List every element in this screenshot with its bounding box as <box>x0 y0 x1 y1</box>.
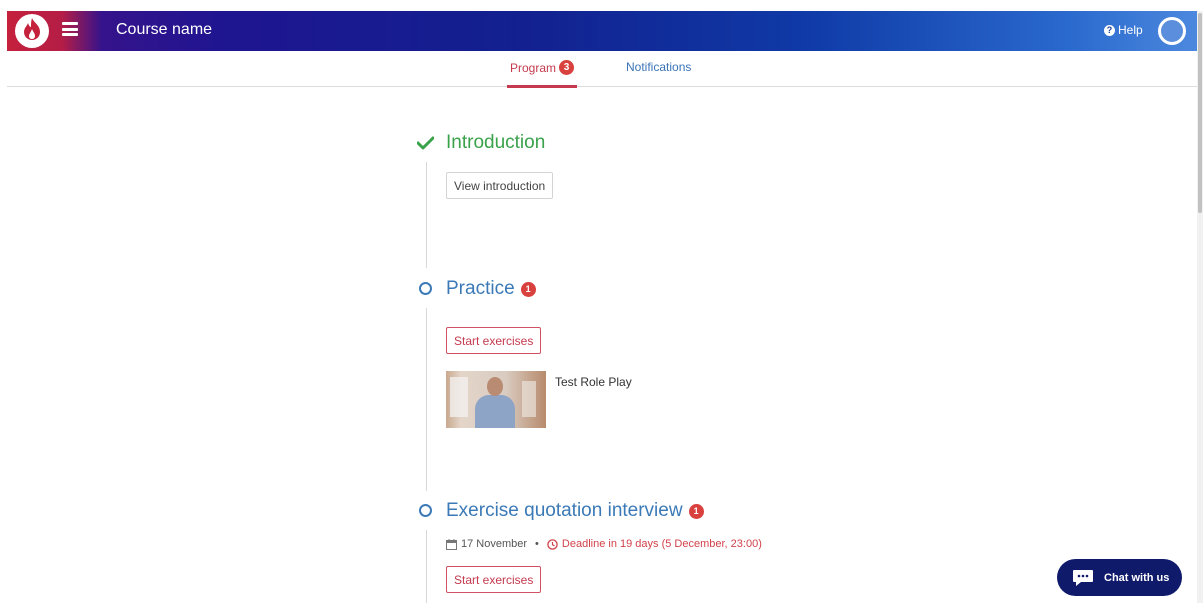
exercise-count-badge: 1 <box>688 503 704 519</box>
user-avatar[interactable] <box>1158 17 1186 45</box>
program-count-badge: 3 <box>559 60 575 75</box>
course-title: Course name <box>116 21 213 38</box>
help-label: Help <box>1118 23 1143 37</box>
open-circle-icon <box>419 282 432 295</box>
hamburger-menu-icon[interactable] <box>62 22 78 38</box>
section-title-text: Exercise quotation interview <box>446 500 683 521</box>
tab-bar: Program 3 Notifications <box>7 51 1197 88</box>
deadline-info: Deadline in 19 days (5 December, 23:00) <box>547 538 762 550</box>
section-title-text: Practice <box>446 278 515 299</box>
chat-bubble-icon <box>1072 569 1094 587</box>
scrollbar-thumb[interactable] <box>1198 13 1202 213</box>
timeline-connector <box>426 308 427 491</box>
app-logo[interactable] <box>15 14 49 48</box>
calendar-icon <box>446 538 457 550</box>
practice-count-badge: 1 <box>520 281 536 297</box>
exercise-meta: 17 November • Deadline in 19 days (5 Dec… <box>446 538 762 550</box>
deadline-text: Deadline in 19 days (5 December, 23:00) <box>561 538 762 550</box>
checkmark-icon <box>416 136 435 155</box>
tab-program-label: Program <box>510 60 557 75</box>
view-introduction-button[interactable]: View introduction <box>446 172 554 199</box>
timeline-connector <box>426 530 427 603</box>
chat-with-us-button[interactable]: Chat with us <box>1057 559 1182 596</box>
open-circle-icon <box>419 504 432 517</box>
section-title-introduction: Introduction <box>446 132 545 154</box>
tab-program[interactable]: Program 3 <box>507 60 578 88</box>
section-title-text: Introduction <box>446 132 546 153</box>
tab-notifications-label: Notifications <box>626 60 692 74</box>
exercise-date: 17 November <box>461 538 528 550</box>
role-play-video-thumbnail[interactable] <box>446 371 546 428</box>
question-circle-icon: ? <box>1104 24 1115 36</box>
vertical-scrollbar[interactable] <box>1197 11 1203 603</box>
separator-dot: • <box>535 538 539 550</box>
section-title-practice[interactable]: Practice 1 <box>446 278 536 300</box>
tab-notifications[interactable]: Notifications <box>626 60 691 74</box>
help-link[interactable]: ? Help <box>1104 23 1143 37</box>
role-play-title[interactable]: Test Role Play <box>555 375 632 389</box>
chat-label: Chat with us <box>1104 571 1170 584</box>
clock-icon <box>547 538 558 550</box>
flame-icon <box>21 17 43 46</box>
section-title-exercise-quotation-interview[interactable]: Exercise quotation interview 1 <box>446 500 704 522</box>
timeline-connector <box>426 162 427 268</box>
start-exercises-button[interactable]: Start exercises <box>446 566 542 593</box>
start-exercises-button[interactable]: Start exercises <box>446 327 542 354</box>
top-header: Course name ? Help <box>7 11 1197 51</box>
